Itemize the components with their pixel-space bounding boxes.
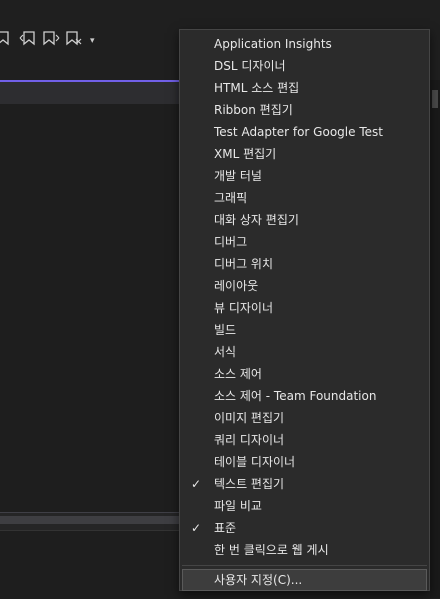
- bookmark-clear-icon[interactable]: [65, 30, 83, 46]
- menu-item-label: 파일 비교: [214, 499, 262, 513]
- menu-item-label: 테이블 디자이너: [214, 455, 296, 469]
- menu-item-label: 소스 제어: [214, 367, 262, 381]
- toolbar-context-menu: Application Insights DSL 디자이너 HTML 소스 편집…: [179, 29, 430, 591]
- menu-item-label: 개발 터널: [214, 169, 262, 183]
- menu-item-image-editor[interactable]: 이미지 편집기: [180, 407, 429, 429]
- bookmark-next-icon[interactable]: [42, 30, 60, 46]
- menu-item-dev-tunnels[interactable]: 개발 터널: [180, 165, 429, 187]
- menu-item-query-designer[interactable]: 쿼리 디자이너: [180, 429, 429, 451]
- toolbar-overflow-icon[interactable]: ▾: [90, 36, 95, 46]
- menu-item-label: 빌드: [214, 323, 237, 337]
- menu-item-layout[interactable]: 레이아웃: [180, 275, 429, 297]
- menu-item-file-compare[interactable]: 파일 비교: [180, 495, 429, 517]
- menu-item-label: XML 편집기: [214, 147, 277, 161]
- menu-item-build[interactable]: 빌드: [180, 319, 429, 341]
- menu-separator: [182, 565, 427, 566]
- menu-item-label: 표준: [214, 521, 237, 535]
- menu-item-ribbon-editor[interactable]: Ribbon 편집기: [180, 99, 429, 121]
- menu-item-label: 뷰 디자이너: [214, 301, 274, 315]
- menu-item-label: 소스 제어 - Team Foundation: [214, 389, 377, 403]
- menu-item-label: Ribbon 편집기: [214, 103, 293, 117]
- menu-item-application-insights[interactable]: Application Insights: [180, 33, 429, 55]
- menu-item-label: 서식: [214, 345, 237, 359]
- menu-item-html-source-edit[interactable]: HTML 소스 편집: [180, 77, 429, 99]
- menu-item-label: 텍스트 편집기: [214, 477, 285, 491]
- menu-item-xml-editor[interactable]: XML 편집기: [180, 143, 429, 165]
- menu-item-dialog-editor[interactable]: 대화 상자 편집기: [180, 209, 429, 231]
- bookmark-toolbar-group: ▾: [0, 29, 95, 47]
- menu-item-list: Application Insights DSL 디자이너 HTML 소스 편집…: [180, 30, 429, 591]
- vertical-scrollbar[interactable]: [430, 80, 440, 598]
- menu-item-dsl-designer[interactable]: DSL 디자이너: [180, 55, 429, 77]
- menu-item-source-control-tfs[interactable]: 소스 제어 - Team Foundation: [180, 385, 429, 407]
- menu-item-table-designer[interactable]: 테이블 디자이너: [180, 451, 429, 473]
- menu-item-debug[interactable]: 디버그: [180, 231, 429, 253]
- menu-item-label: Test Adapter for Google Test: [214, 125, 383, 139]
- menu-item-label: DSL 디자이너: [214, 59, 286, 73]
- menu-item-test-adapter-google-test[interactable]: Test Adapter for Google Test: [180, 121, 429, 143]
- menu-item-graphics[interactable]: 그래픽: [180, 187, 429, 209]
- menu-item-label: Application Insights: [214, 37, 332, 51]
- menu-item-label: 쿼리 디자이너: [214, 433, 285, 447]
- menu-item-customize[interactable]: 사용자 지정(C)...: [182, 569, 427, 591]
- menu-item-source-control[interactable]: 소스 제어: [180, 363, 429, 385]
- menu-item-label: 디버그: [214, 235, 248, 249]
- menu-item-view-designer[interactable]: 뷰 디자이너: [180, 297, 429, 319]
- check-icon: ✓: [190, 521, 202, 535]
- vertical-scrollbar-thumb[interactable]: [432, 90, 438, 108]
- menu-item-text-editor[interactable]: ✓ 텍스트 편집기: [180, 473, 429, 495]
- menu-item-label: 한 번 클릭으로 웹 게시: [214, 543, 329, 557]
- menu-item-label: 사용자 지정(C)...: [214, 573, 303, 587]
- menu-item-label: 이미지 편집기: [214, 411, 285, 425]
- menu-item-label: HTML 소스 편집: [214, 81, 300, 95]
- menu-item-formatting[interactable]: 서식: [180, 341, 429, 363]
- bookmark-icon[interactable]: [0, 30, 14, 46]
- menu-item-label: 레이아웃: [214, 279, 259, 293]
- check-icon: ✓: [190, 477, 202, 491]
- menu-item-debug-location[interactable]: 디버그 위치: [180, 253, 429, 275]
- menu-item-label: 디버그 위치: [214, 257, 274, 271]
- menu-item-one-click-publish[interactable]: 한 번 클릭으로 웹 게시: [180, 539, 429, 561]
- menu-item-label: 대화 상자 편집기: [214, 213, 299, 227]
- menu-item-standard[interactable]: ✓ 표준: [180, 517, 429, 539]
- menu-item-label: 그래픽: [214, 191, 248, 205]
- bookmark-prev-icon[interactable]: [19, 30, 37, 46]
